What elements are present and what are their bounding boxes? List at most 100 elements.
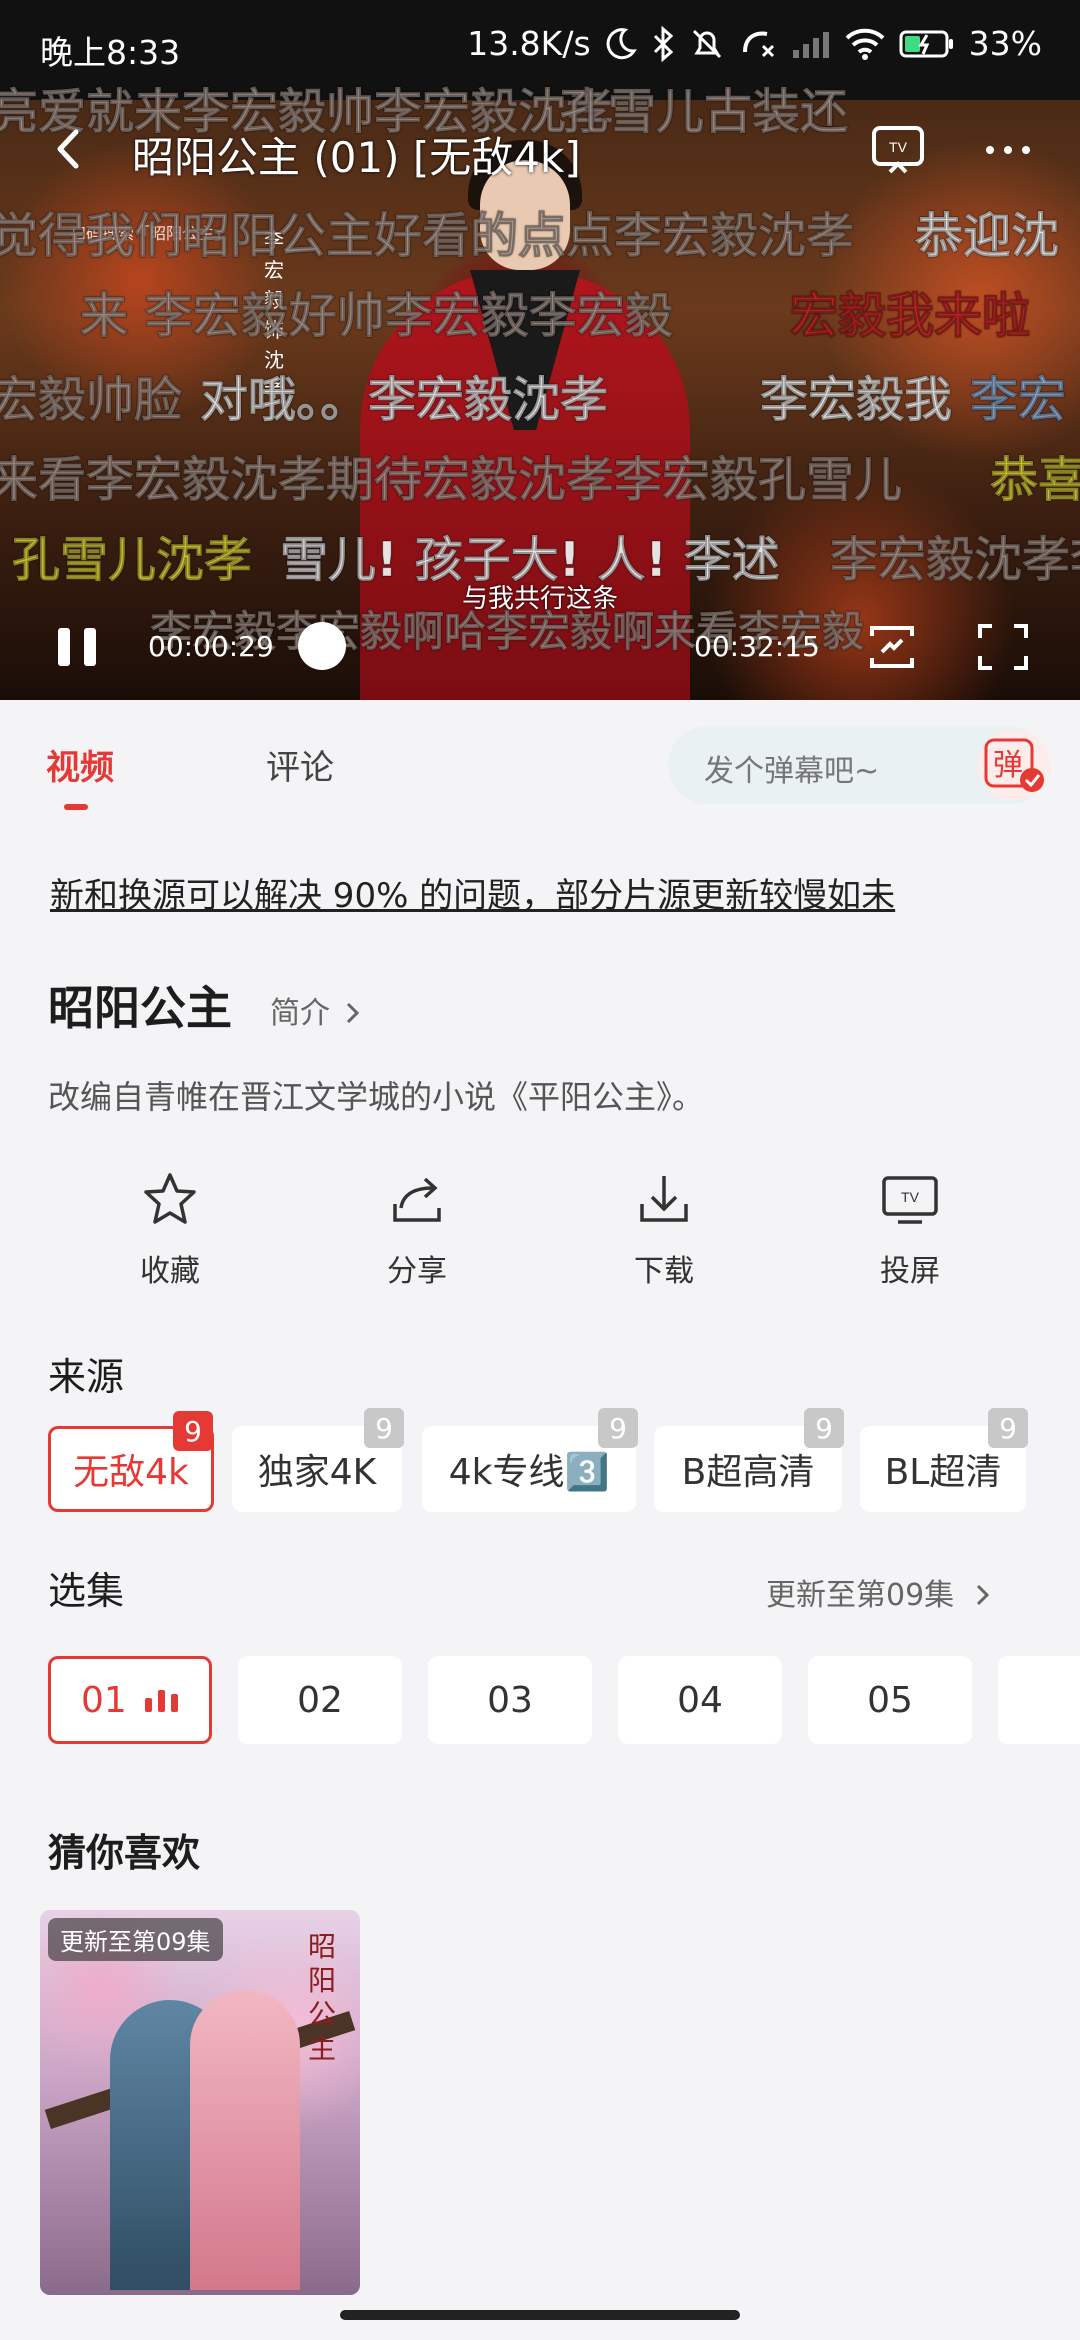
home-indicator[interactable]: [340, 2310, 740, 2320]
svg-text:TV: TV: [901, 1189, 920, 1205]
danmaku-item: 来 李宏毅好帅李宏毅李宏毅: [80, 288, 674, 345]
favorite-button[interactable]: 收藏: [100, 1170, 240, 1300]
episode-update-label: 更新至第09集: [766, 1578, 955, 1613]
download-icon: [640, 1176, 688, 1222]
show-description: 改编自青帷在晋江文学城的小说《平阳公主》。: [48, 1078, 705, 1116]
danmaku-toggle-icon[interactable]: 弹: [978, 730, 1050, 800]
episode-update-link[interactable]: 更新至第09集: [766, 1570, 992, 1614]
playing-bars-icon: [144, 1688, 178, 1712]
cast-button[interactable]: TV 投屏: [840, 1170, 980, 1300]
share-label: 分享: [387, 1254, 447, 1289]
chevron-right-icon: [976, 1584, 989, 1606]
source-item[interactable]: B超高清 9: [654, 1408, 844, 1512]
danmaku-item: 对哦。。李宏毅沈孝: [199, 372, 609, 429]
current-time: 00:00:29: [148, 630, 274, 663]
favorite-label: 收藏: [140, 1254, 200, 1289]
video-title: 昭阳公主 (01) [无敌4k]: [132, 133, 581, 182]
source-item[interactable]: BL超清 9: [860, 1408, 1028, 1512]
status-bar: 晚上8:33 13.8K/s 33%: [0, 0, 1080, 92]
episode-item[interactable]: 04: [618, 1656, 782, 1744]
download-button[interactable]: 下载: [594, 1170, 734, 1300]
card-update-badge: 更新至第09集: [48, 1918, 223, 1961]
signal-icon: [792, 31, 829, 58]
intro-link[interactable]: 简介: [270, 988, 362, 1032]
episode-item[interactable]: 03: [428, 1656, 592, 1744]
player-top-bar: 昭阳公主 (01) [无敌4k] TV: [0, 110, 1080, 190]
more-icon[interactable]: [978, 122, 1038, 178]
fullscreen-icon[interactable]: [976, 622, 1030, 672]
source-label: BL超清: [884, 1452, 1002, 1493]
danmaku-item: 恭迎沈: [914, 208, 1060, 265]
sources-title: 来源: [48, 1355, 125, 1399]
tv-cast-icon[interactable]: TV: [868, 122, 928, 178]
poster-title: 昭阳公主: [308, 1930, 337, 2065]
episode-item[interactable]: [998, 1656, 1080, 1744]
mute-bell-icon: [692, 29, 721, 58]
danmaku-item: 李宏毅我: [759, 372, 953, 429]
pause-icon[interactable]: [52, 622, 102, 672]
svg-text:TV: TV: [889, 139, 908, 155]
source-badge: 9: [173, 1411, 213, 1451]
episodes-title: 选集: [48, 1569, 125, 1613]
tab-video[interactable]: 视频: [46, 740, 114, 789]
episode-number: 03: [487, 1679, 533, 1721]
tv-icon: TV: [882, 1176, 938, 1224]
source-badge: 9: [988, 1408, 1028, 1448]
source-list: 无敌4k 9 独家4K 9 4k专线3️⃣ 9 B超高清 9 BL超清 9: [48, 1408, 1080, 1512]
episode-item[interactable]: 02: [238, 1656, 402, 1744]
battery-percent: 33%: [968, 24, 1042, 63]
episode-number: 01: [81, 1679, 127, 1721]
video-player[interactable]: 扫码搜索「昭阳公主」 李宏毅饰沈孝 亮爱就来李宏毅帅李宏毅沈孝 孔雪儿古装还 觉…: [0, 0, 1080, 700]
poster-figure: [190, 1990, 300, 2290]
source-label: 无敌4k: [73, 1452, 189, 1493]
intro-link-label: 简介: [270, 996, 330, 1031]
battery-icon: [899, 30, 953, 57]
source-label: B超高清: [681, 1452, 815, 1493]
source-item[interactable]: 4k专线3️⃣ 9: [422, 1408, 638, 1512]
total-time: 00:32:15: [694, 630, 820, 663]
content-tabs: 视频 评论 发个弹幕吧~ 弹: [0, 700, 1080, 830]
danmaku-item: 宏毅我来啦: [789, 288, 1031, 345]
source-label: 独家4K: [257, 1452, 377, 1493]
episode-item[interactable]: 05: [808, 1656, 972, 1744]
bluetooth-icon: [653, 25, 673, 62]
source-item[interactable]: 独家4K 9: [232, 1408, 404, 1512]
episode-number: 04: [677, 1679, 723, 1721]
source-item[interactable]: 无敌4k 9: [48, 1411, 214, 1512]
recommend-title: 猜你喜欢: [48, 1831, 201, 1875]
source-badge: 9: [804, 1408, 844, 1448]
star-icon: [144, 1173, 196, 1224]
seek-thumb[interactable]: [298, 622, 346, 670]
notice-marquee[interactable]: 新和换源可以解决 90% 的问题，部分片源更新较慢如未: [50, 868, 1020, 918]
status-time: 晚上8:33: [40, 33, 181, 72]
recommend-card[interactable]: 昭阳公主 更新至第09集: [40, 1910, 360, 2295]
player-controls: 00:00:29 00:32:15: [0, 610, 1080, 680]
download-label: 下载: [634, 1254, 694, 1289]
danmaku-item: 李宏: [969, 372, 1067, 429]
danmaku-item: 来看李宏毅沈孝期待宏毅沈孝李宏毅孔雪儿: [0, 452, 903, 509]
danmaku-item: 觉得我们昭阳公主好看的点点李宏毅沈孝: [0, 208, 855, 265]
back-icon[interactable]: [44, 124, 94, 174]
call-forward-icon: [742, 31, 774, 57]
moon-icon: [606, 27, 637, 59]
action-row: 收藏 分享 下载 TV 投屏: [0, 1170, 1080, 1300]
danmaku-toggle-label: 弹: [993, 748, 1023, 783]
tab-comment[interactable]: 评论: [266, 740, 334, 789]
episode-list-icon[interactable]: [864, 622, 920, 672]
tab-active-indicator: [64, 804, 88, 810]
show-title: 昭阳公主: [48, 981, 232, 1035]
chevron-right-icon: [346, 1002, 359, 1024]
cast-label: 投屏: [880, 1254, 940, 1289]
episode-number: 02: [297, 1679, 343, 1721]
source-badge: 9: [598, 1408, 638, 1448]
episode-item[interactable]: 01: [48, 1656, 212, 1744]
danmaku-item: 恭喜: [989, 452, 1080, 509]
source-badge: 9: [364, 1408, 404, 1448]
danmaku-input-placeholder: 发个弹幕吧~: [704, 754, 880, 789]
danmaku-item: 宏毅帅脸: [0, 372, 183, 429]
episode-number: 05: [867, 1679, 913, 1721]
episode-list: 01 02 03 04 05: [48, 1656, 1080, 1746]
net-speed: 13.8K/s: [467, 24, 591, 63]
share-button[interactable]: 分享: [347, 1170, 487, 1300]
wifi-icon: [845, 28, 885, 60]
